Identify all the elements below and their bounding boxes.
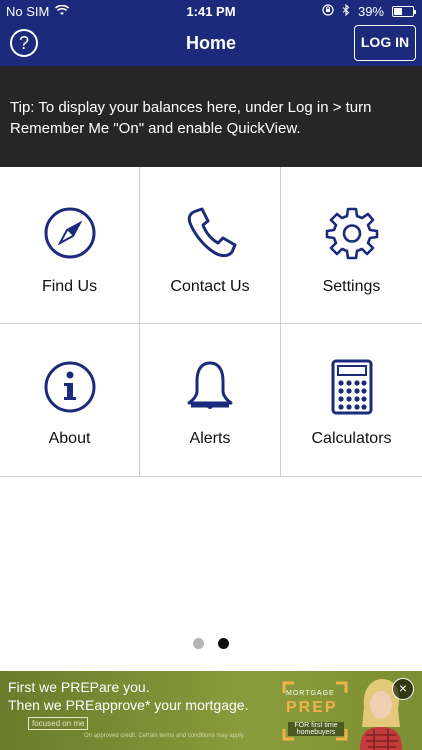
mortgage-ad-banner[interactable]: First we PREPare you. Then we PREapprove… xyxy=(0,671,422,750)
login-button[interactable]: LOG IN xyxy=(354,25,416,61)
page-dot-2[interactable] xyxy=(218,638,229,649)
tile-label: Settings xyxy=(322,278,381,295)
tip-text: Tip: To display your balances here, unde… xyxy=(10,99,372,137)
status-bar: No SIM 1:41 PM 39% xyxy=(0,0,422,22)
ad-prep-label: PREP xyxy=(286,699,338,716)
quickview-tip-banner: Tip: To display your balances here, unde… xyxy=(0,66,422,167)
gear-icon xyxy=(325,207,378,260)
tile-find-us[interactable]: Find Us xyxy=(0,167,140,324)
phone-icon xyxy=(187,207,237,258)
nav-bar: ? Home LOG IN xyxy=(0,22,422,66)
ad-tagline: FOR first time homebuyers xyxy=(288,722,344,736)
tile-label: Alerts xyxy=(189,430,231,447)
bell-icon xyxy=(187,361,233,409)
info-icon xyxy=(44,361,95,413)
home-tile-grid: Find Us Contact Us Settings About Alerts xyxy=(0,167,422,477)
ad-headline-2: Then we PREapprove* your mortgage. xyxy=(8,697,249,713)
tile-calculators[interactable]: Calculators xyxy=(281,324,422,477)
ad-close-button[interactable]: × xyxy=(392,678,414,700)
tile-label: Calculators xyxy=(311,430,392,447)
tile-settings[interactable]: Settings xyxy=(281,167,422,324)
ad-mortgage-label: MORTGAGE xyxy=(286,690,335,697)
battery-percent: 39% xyxy=(357,4,384,19)
tile-label: Contact Us xyxy=(170,278,250,295)
tile-alerts[interactable]: Alerts xyxy=(140,324,281,477)
battery-icon xyxy=(392,6,416,17)
ad-brand-logo: focused on me xyxy=(28,717,89,730)
orientation-lock-icon xyxy=(322,4,334,19)
compass-icon xyxy=(44,207,95,259)
tile-about[interactable]: About xyxy=(0,324,140,477)
ad-fine-print: On approved credit. Certain terms and co… xyxy=(84,733,245,739)
tile-label: Find Us xyxy=(41,278,98,295)
tile-contact-us[interactable]: Contact Us xyxy=(140,167,281,324)
tile-label: About xyxy=(48,430,91,447)
page-dot-1[interactable] xyxy=(193,638,204,649)
battery-fill xyxy=(394,8,402,15)
ad-headline-1: First we PREPare you. xyxy=(8,679,150,695)
bluetooth-icon xyxy=(342,3,350,19)
page-indicator[interactable] xyxy=(0,638,422,649)
calculator-icon xyxy=(331,359,372,415)
